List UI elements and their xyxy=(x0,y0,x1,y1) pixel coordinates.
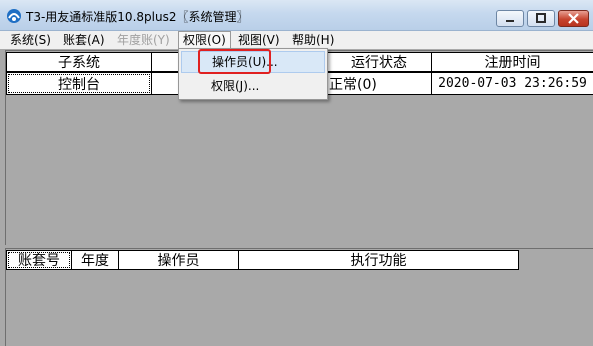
menu-annual-account: 年度账(Y) xyxy=(117,33,170,47)
task-panel: 账套号 年度 操作员 执行功能 xyxy=(5,248,593,346)
menu-account-set[interactable]: 账套(A) xyxy=(59,31,109,49)
maximize-button[interactable] xyxy=(527,10,555,27)
table-row-status-cell[interactable]: 正常(0) xyxy=(326,72,432,95)
column-header-account-number: 账套号 xyxy=(6,250,72,270)
column-header-run-status: 运行状态 xyxy=(326,52,432,72)
minimize-icon xyxy=(506,20,514,22)
column-header-subsystem: 子系统 xyxy=(6,52,152,72)
menu-system[interactable]: 系统(S) xyxy=(6,31,55,49)
menu-bar: 系统(S) 账套(A) 年度账(Y) 权限(O) 视图(V) 帮助(H) xyxy=(0,31,593,49)
window-title: T3-用友通标准版10.8plus2〖系统管理〗 xyxy=(26,10,249,24)
column-header-operator: 操作员 xyxy=(118,250,239,270)
maximize-icon xyxy=(536,13,546,23)
highlight-annotation xyxy=(198,49,271,74)
column-header-executed-function: 执行功能 xyxy=(238,250,519,270)
minimize-button[interactable] xyxy=(496,10,524,27)
app-logo-icon xyxy=(7,9,21,23)
table-row-time-cell[interactable]: 2020-07-03 23:26:59 xyxy=(431,72,593,95)
table-row-subsystem-cell[interactable]: 控制台 xyxy=(6,72,152,95)
column-header-register-time: 注册时间 xyxy=(431,52,593,72)
menu-view[interactable]: 视图(V) xyxy=(234,31,284,49)
menu-permissions[interactable]: 权限(O) xyxy=(178,31,231,49)
close-button[interactable] xyxy=(558,10,589,27)
title-bar: T3-用友通标准版10.8plus2〖系统管理〗 xyxy=(0,0,593,31)
menu-item-permission[interactable]: 权限(J)... xyxy=(181,75,325,97)
column-header-year: 年度 xyxy=(71,250,119,270)
close-icon xyxy=(568,13,579,24)
menu-help[interactable]: 帮助(H) xyxy=(288,31,338,49)
